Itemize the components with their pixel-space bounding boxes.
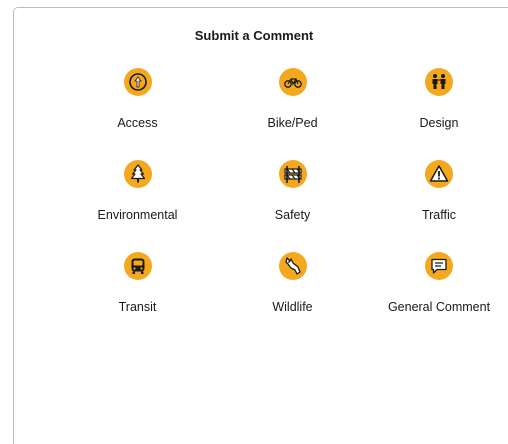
category-access[interactable]: Access xyxy=(60,68,215,160)
category-transit[interactable]: Transit xyxy=(60,252,215,344)
category-wildlife[interactable]: Wildlife xyxy=(215,252,370,344)
category-label: Traffic xyxy=(421,208,457,222)
category-label: General Comment xyxy=(387,300,491,314)
upward-arrow-icon xyxy=(123,68,152,96)
speech-bubble-icon xyxy=(425,252,453,280)
category-design[interactable]: Design xyxy=(370,68,508,160)
category-traffic[interactable]: Traffic xyxy=(370,160,508,252)
animal-icon xyxy=(278,252,307,280)
bicycle-icon xyxy=(278,68,307,96)
category-environmental[interactable]: Environmental xyxy=(60,160,215,252)
bus-icon xyxy=(123,252,152,280)
panel-title: Submit a Comment xyxy=(194,28,314,43)
tree-icon xyxy=(123,160,152,188)
road-barrier-icon xyxy=(278,160,307,188)
category-label: Design xyxy=(419,116,459,130)
category-bike-ped[interactable]: Bike/Ped xyxy=(215,68,370,160)
warning-triangle-icon xyxy=(425,160,453,188)
category-grid: Access Bike/Ped Design Environmental Saf… xyxy=(60,68,508,344)
category-general-comment[interactable]: General Comment xyxy=(370,252,508,344)
category-safety[interactable]: Safety xyxy=(215,160,370,252)
people-icon xyxy=(425,68,453,96)
